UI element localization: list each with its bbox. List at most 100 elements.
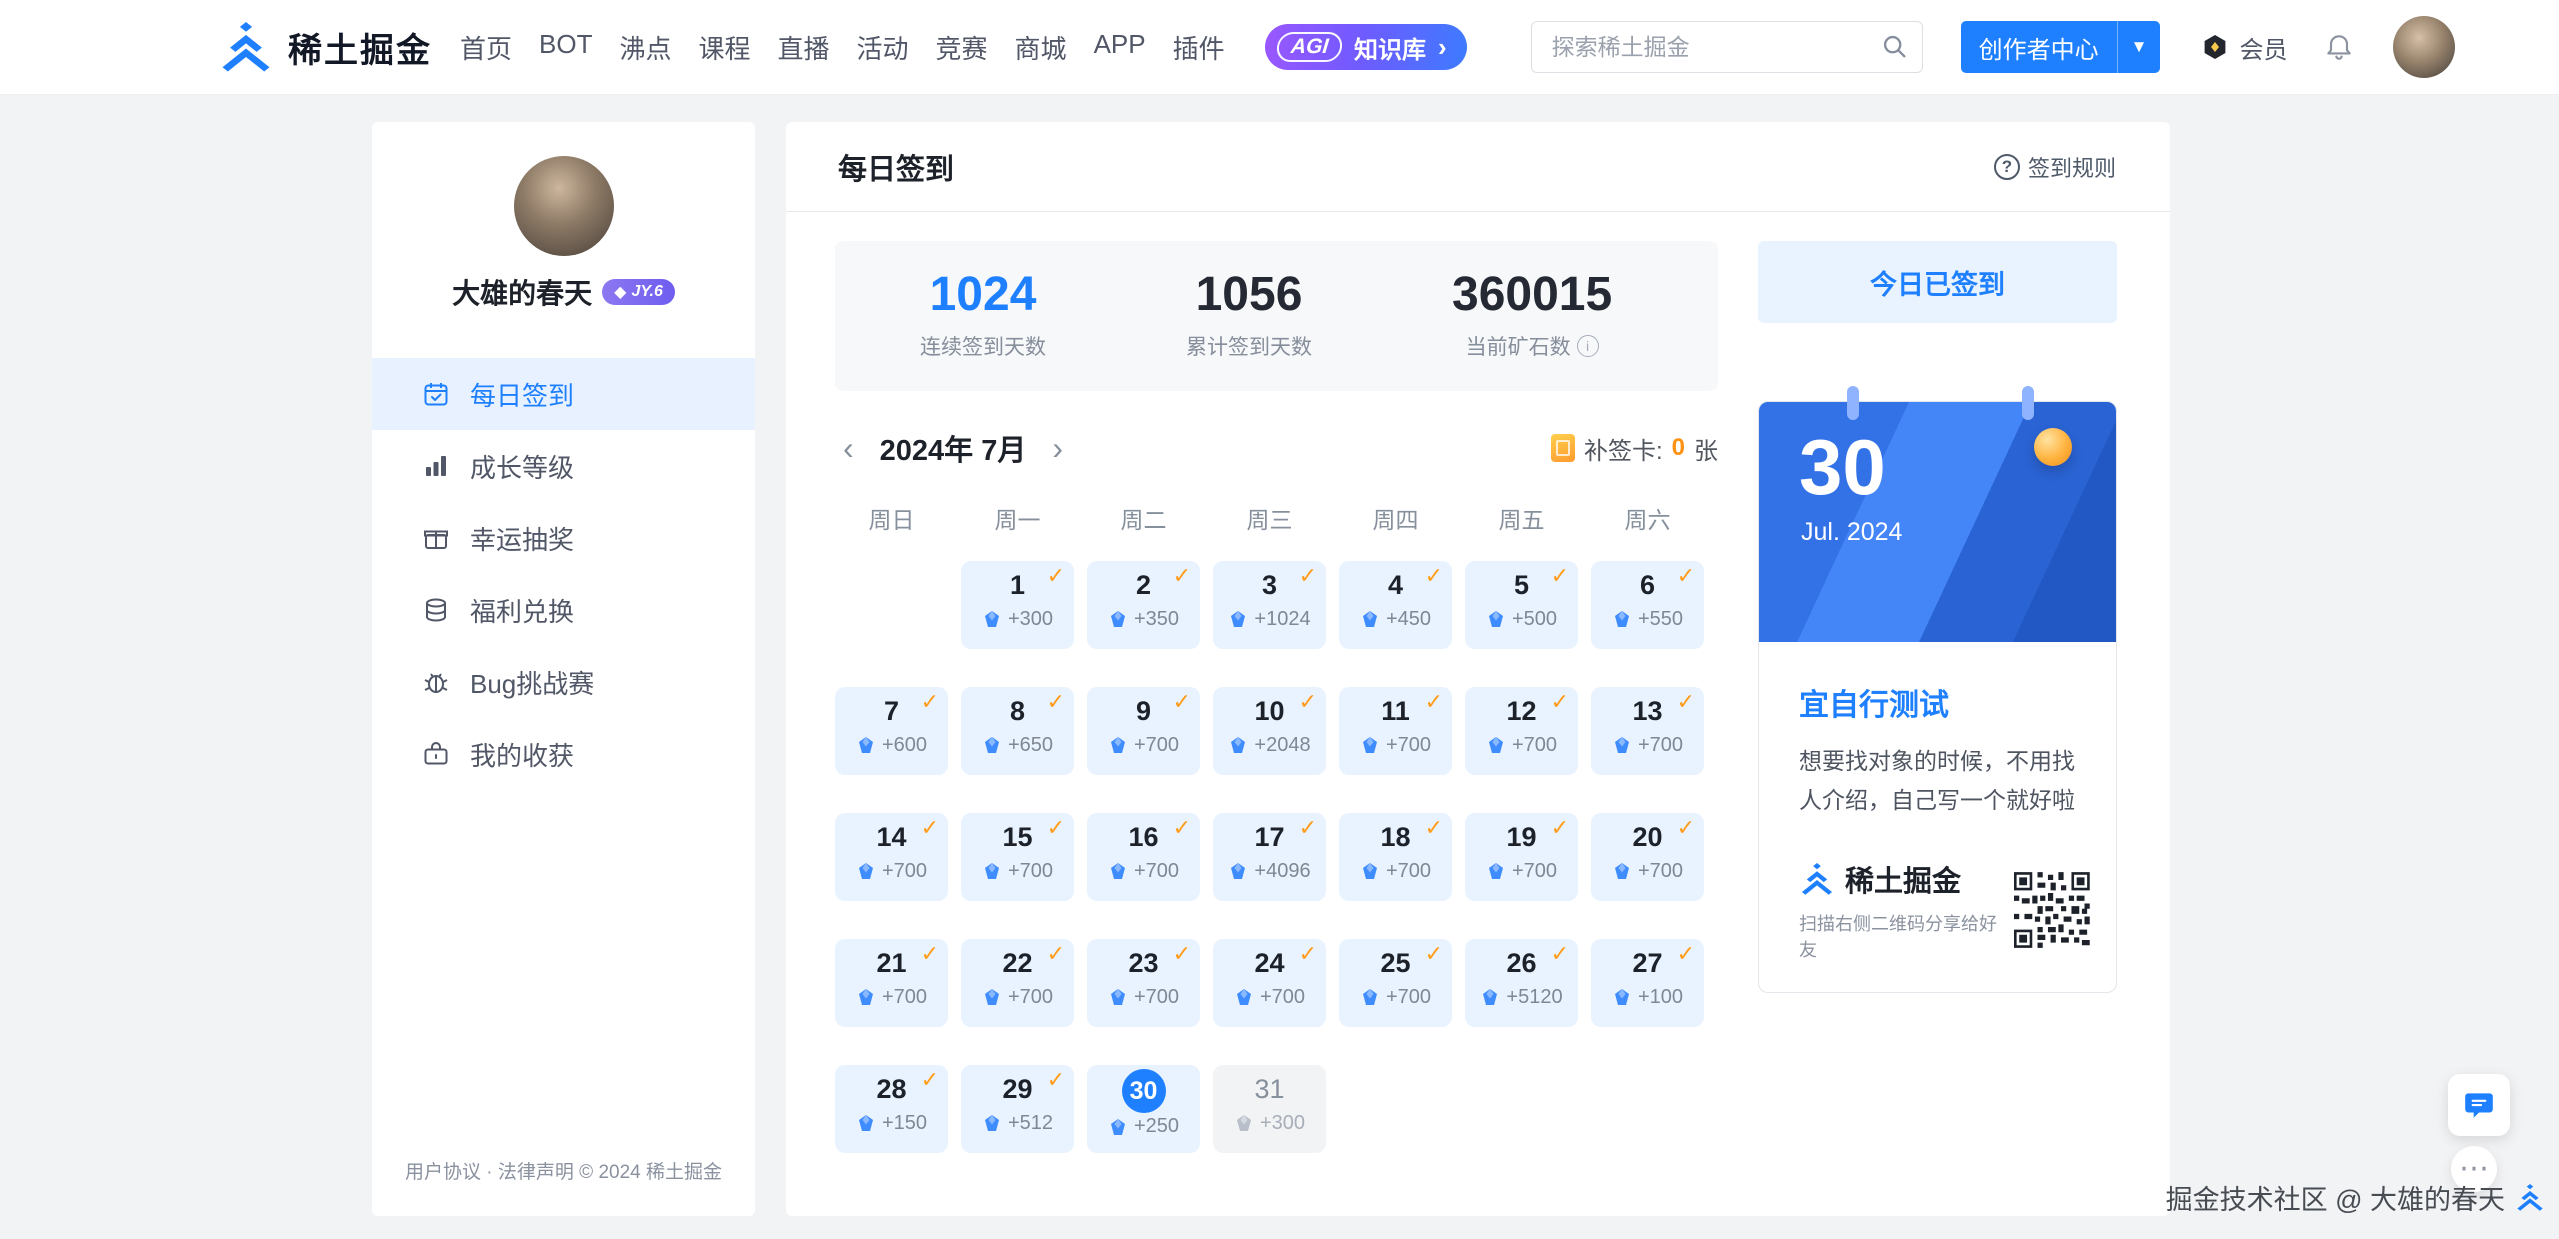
creator-center-button[interactable]: 创作者中心 ▼ <box>1960 21 2161 73</box>
check-icon: ✓ <box>1676 563 1695 588</box>
harvest-icon <box>422 740 450 768</box>
reward-amount: +700 <box>1385 985 1432 1008</box>
creator-center-label: 创作者中心 <box>1978 36 2099 64</box>
panel-body: 1024 连续签到天数 1056 累计签到天数 360015 当前矿石数 i ‹ 2024年… <box>786 212 2170 1153</box>
prev-month-arrow[interactable]: ‹ <box>843 432 854 464</box>
weekday-header: 周日 周一 周二 周三 周四 周五 周六 <box>835 501 1718 535</box>
chevron-down-icon[interactable]: ▼ <box>2116 21 2161 73</box>
user-avatar[interactable] <box>2393 16 2456 78</box>
nav-item-shop[interactable]: 商城 <box>1015 29 1067 66</box>
day-reward: +250 <box>1087 1115 1200 1138</box>
calendar-column: 1024 连续签到天数 1056 累计签到天数 360015 当前矿石数 i ‹ 2024年… <box>835 241 1718 1153</box>
lottery-icon <box>422 524 450 552</box>
search-box <box>1530 21 1923 73</box>
nav-item-home[interactable]: 首页 <box>460 29 512 66</box>
info-icon[interactable]: i <box>1576 335 1599 357</box>
day-cell-8: ✓ 8 +650 <box>961 687 1074 775</box>
question-icon: ? <box>1993 153 2020 180</box>
day-cell-21: ✓ 21 +700 <box>835 939 948 1027</box>
checkin-rules-link[interactable]: ? 签到规则 <box>1993 151 2116 183</box>
sidebar-item-bug-challenge[interactable]: Bug挑战赛 <box>372 646 755 718</box>
nav-item-app[interactable]: APP <box>1094 29 1146 66</box>
sidebar-item-growth-level[interactable]: 成长等级 <box>372 430 755 502</box>
brand-text: 稀土掘金 <box>288 31 432 70</box>
resign-card-info[interactable]: 补签卡: 0 张 <box>1550 431 1718 466</box>
nav-item-extension[interactable]: 插件 <box>1173 29 1225 66</box>
nav-item-contest[interactable]: 竞赛 <box>936 29 988 66</box>
username-row: 大雄的春天 ◆ JY.6 <box>372 272 755 312</box>
weekday-label: 周三 <box>1246 507 1293 533</box>
calendar-grid: ✓ 1 +300 ✓ 2 +350 ✓ 3 +1024 ✓ 4 +450 ✓ 5 +500 ✓ 6 +550 ✓ 7 +… <box>835 561 1718 1153</box>
page-body: 大雄的春天 ◆ JY.6 每日签到 成长等级 幸运抽奖 福利兑换 Bug挑战赛 我的收获 … <box>0 95 2559 1216</box>
day-reward: +700 <box>1591 734 1704 757</box>
diamond-icon: ◆ <box>614 284 627 301</box>
tip-title: 宜自行测试 <box>1799 689 1949 722</box>
reward-amount: +500 <box>1511 607 1558 630</box>
reward-amount: +1024 <box>1254 607 1311 630</box>
reward-amount: +700 <box>1007 985 1054 1008</box>
sidebar-item-my-harvest[interactable]: 我的收获 <box>372 718 755 790</box>
profile-avatar[interactable] <box>513 156 614 256</box>
sidebar-menu: 每日签到 成长等级 幸运抽奖 福利兑换 Bug挑战赛 我的收获 <box>372 358 755 790</box>
reward-amount: +512 <box>1007 1111 1054 1134</box>
check-icon: ✓ <box>1676 815 1695 840</box>
reward-amount: +5120 <box>1506 985 1563 1008</box>
nav-item-bot[interactable]: BOT <box>539 29 592 66</box>
ore-icon <box>1231 611 1246 628</box>
search-icon[interactable] <box>1881 33 1909 61</box>
notification-bell-icon[interactable] <box>2323 31 2355 63</box>
check-icon: ✓ <box>1172 563 1191 588</box>
reward-amount: +650 <box>1007 733 1054 756</box>
nav-item-live[interactable]: 直播 <box>778 29 830 66</box>
day-reward: +600 <box>835 734 948 757</box>
reward-amount: +700 <box>1385 859 1432 882</box>
reward-amount: +700 <box>881 985 928 1008</box>
check-icon: ✓ <box>1676 941 1695 966</box>
day-reward: +700 <box>835 860 948 883</box>
nav-item-course[interactable]: 课程 <box>698 29 750 66</box>
ore-icon <box>1362 737 1377 754</box>
reward-amount: +300 <box>1259 1111 1306 1134</box>
stat-value: 1056 <box>1195 268 1303 321</box>
sidebar-item-welfare-exchange[interactable]: 福利兑换 <box>372 574 755 646</box>
juejin-logo[interactable]: 稀土掘金 <box>218 22 432 72</box>
share-footer: 稀土掘金 扫描右侧二维码分享给好友 <box>1759 846 2116 992</box>
day-cell-3: ✓ 3 +1024 <box>1213 561 1326 649</box>
day-cell-11: ✓ 11 +700 <box>1339 687 1452 775</box>
day-reward: +700 <box>1591 860 1704 883</box>
signed-today-button[interactable]: 今日已签到 <box>1758 241 2117 323</box>
feedback-chat-button[interactable] <box>2448 1074 2510 1136</box>
check-icon: ✓ <box>920 941 939 966</box>
weekday-label: 周五 <box>1498 507 1545 533</box>
nav-item-events[interactable]: 活动 <box>857 29 909 66</box>
ore-icon <box>1110 1118 1125 1135</box>
check-icon: ✓ <box>920 815 939 840</box>
next-month-arrow[interactable]: › <box>1052 432 1063 464</box>
day-reward: +650 <box>961 734 1074 757</box>
sidebar-item-lucky-draw[interactable]: 幸运抽奖 <box>372 502 755 574</box>
top-navbar: 稀土掘金 首页 BOT 沸点课程直播活动竞赛商城 APP 插件 AGI 知识库 › 创作… <box>0 0 2559 95</box>
day-cell-10: ✓ 10 +2048 <box>1213 687 1326 775</box>
aside-column: 今日已签到 30 Jul. 2024 宜自行测试 想要找对象的时候，不用找人介绍… <box>1758 241 2117 1153</box>
agi-knowledge-badge[interactable]: AGI 知识库 › <box>1264 24 1467 70</box>
calendar-check-icon <box>422 380 450 408</box>
check-icon: ✓ <box>1424 815 1443 840</box>
share-brand: 稀土掘金 <box>1799 858 2014 900</box>
search-input[interactable] <box>1530 21 1923 73</box>
nav-item-pins[interactable]: 沸点 <box>619 29 671 66</box>
ore-icon <box>1488 611 1503 628</box>
reward-amount: +700 <box>1637 859 1684 882</box>
level-badge: ◆ JY.6 <box>602 279 675 305</box>
weekday-label: 周二 <box>1120 507 1167 533</box>
day-cell-2: ✓ 2 +350 <box>1087 561 1200 649</box>
sidebar-item-daily-checkin[interactable]: 每日签到 <box>372 358 755 430</box>
reward-amount: +450 <box>1385 607 1432 630</box>
day-reward: +700 <box>961 986 1074 1009</box>
day-cell-13: ✓ 13 +700 <box>1591 687 1704 775</box>
ore-icon <box>1231 737 1246 754</box>
chat-bubble-icon <box>2465 1093 2493 1118</box>
share-brand-block: 稀土掘金 扫描右侧二维码分享给好友 <box>1799 858 2014 962</box>
agi-label: 知识库 <box>1353 36 1426 64</box>
stat-label: 连续签到天数 <box>920 336 1046 359</box>
member-entry[interactable]: 会员 <box>2200 30 2287 65</box>
